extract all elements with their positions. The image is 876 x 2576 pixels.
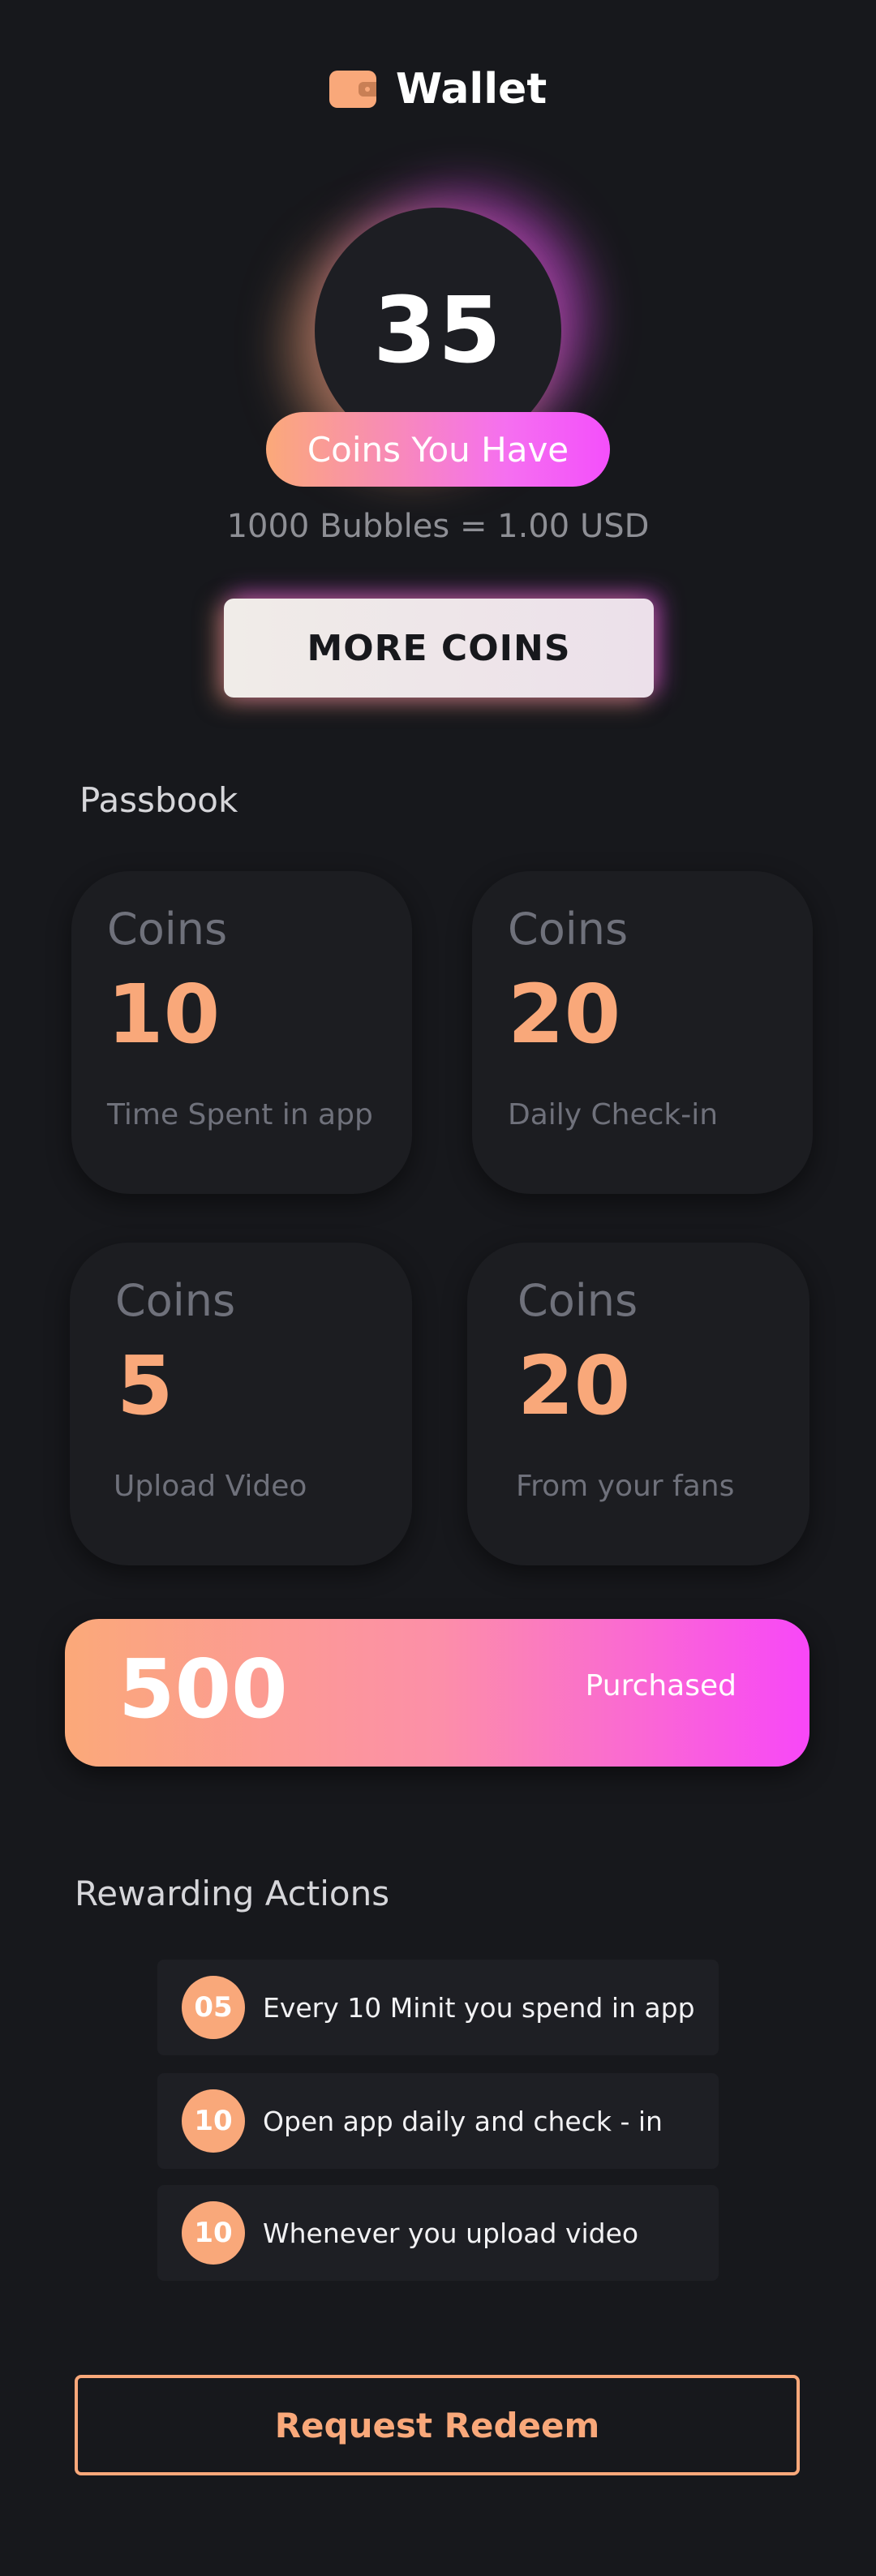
rewarding-actions-title: Rewarding Actions (75, 1874, 390, 1913)
card-value: 5 (117, 1338, 174, 1433)
wallet-icon (328, 71, 376, 108)
passbook-card-daily-checkin[interactable]: Coins 20 Daily Check-in (472, 871, 813, 1194)
reward-amount-badge: 05 (182, 1976, 245, 2039)
purchased-banner[interactable]: 500 Purchased (65, 1619, 809, 1767)
card-label: Coins (107, 904, 228, 955)
purchased-value: 500 (118, 1642, 288, 1737)
card-description: Upload Video (114, 1470, 307, 1503)
header: Wallet (0, 57, 876, 122)
purchased-label: Purchased (585, 1669, 736, 1702)
card-description: Time Spent in app (107, 1098, 373, 1131)
card-description: From your fans (516, 1470, 735, 1503)
card-label: Coins (508, 904, 629, 955)
card-value: 20 (508, 967, 621, 1062)
more-coins-button[interactable]: MORE COINS (224, 599, 654, 698)
passbook-card-upload-video[interactable]: Coins 5 Upload Video (70, 1243, 412, 1565)
reward-action-text: Open app daily and check - in (263, 2105, 663, 2137)
reward-action-item: 05 Every 10 Minit you spend in app (157, 1960, 719, 2055)
coins-you-have-badge: Coins You Have (266, 412, 610, 487)
request-redeem-button[interactable]: Request Redeem (75, 2375, 800, 2475)
conversion-rate: 1000 Bubbles = 1.00 USD (226, 508, 650, 545)
reward-amount-badge: 10 (182, 2201, 245, 2265)
card-description: Daily Check-in (508, 1098, 719, 1131)
passbook-card-time-spent[interactable]: Coins 10 Time Spent in app (71, 871, 412, 1194)
reward-action-item: 10 Open app daily and check - in (157, 2073, 719, 2169)
reward-action-text: Every 10 Minit you spend in app (263, 1991, 695, 2024)
passbook-card-from-fans[interactable]: Coins 20 From your fans (467, 1243, 809, 1565)
card-label: Coins (517, 1275, 638, 1326)
coin-balance-value: 35 (373, 278, 503, 384)
reward-action-text: Whenever you upload video (263, 2217, 639, 2249)
card-value: 20 (517, 1338, 631, 1433)
reward-action-item: 10 Whenever you upload video (157, 2185, 719, 2281)
reward-amount-badge: 10 (182, 2089, 245, 2153)
page-title: Wallet (395, 65, 548, 114)
card-value: 10 (107, 967, 221, 1062)
card-label: Coins (115, 1275, 236, 1326)
passbook-title: Passbook (79, 780, 238, 820)
